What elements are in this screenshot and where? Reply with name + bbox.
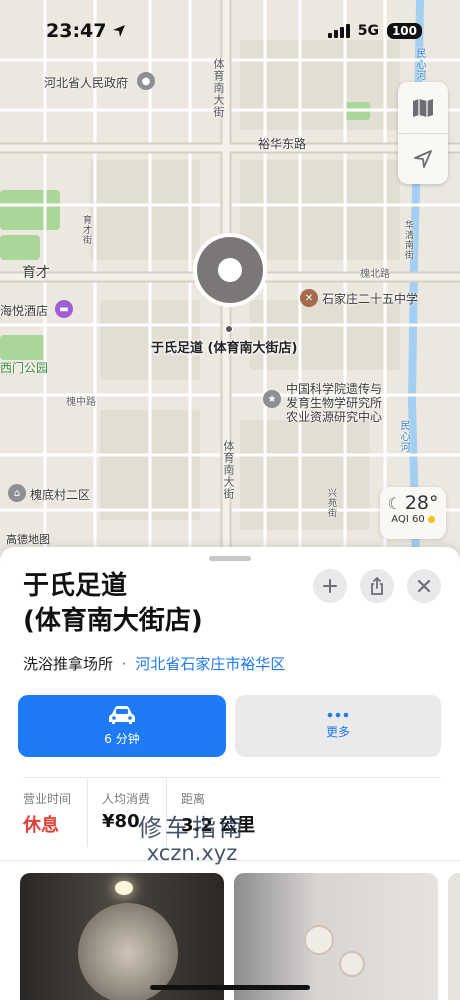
map-label-yuhua-east: 裕华东路 — [258, 137, 307, 151]
network-type: 5G — [357, 23, 379, 39]
aqi-value: AQI 60 — [391, 514, 425, 525]
map-label-yucai: 育才 — [22, 265, 50, 281]
village-icon[interactable]: ⌂ — [8, 484, 26, 502]
map-label-tiyu-south: 体育南大街 — [222, 440, 235, 500]
photo-1[interactable] — [20, 873, 224, 1000]
place-title: 于氏足道 (体育南大街店) — [23, 569, 303, 639]
pin-point — [225, 325, 233, 333]
photo-lamp-1 — [304, 925, 334, 955]
place-subtitle: 洗浴推拿场所 · 河北省石家庄市裕华区 — [23, 653, 285, 674]
pin-label[interactable]: 于氏足道 (体育南大街店) — [151, 337, 297, 356]
stat-hours[interactable]: 营业时间 休息 — [23, 778, 87, 847]
map-label-village[interactable]: 槐底村二区 — [30, 486, 90, 503]
location-arrow-icon — [414, 150, 432, 168]
map-label-inst3[interactable]: 农业资源研究中心 — [286, 408, 382, 425]
place-location-link[interactable]: 河北省石家庄市裕华区 — [135, 655, 285, 673]
watermark-line2: xczn.xyz — [146, 841, 238, 865]
hotel-icon[interactable]: ▬ — [55, 300, 73, 318]
battery-icon: 100 — [386, 23, 422, 39]
map-attribution: 高德地图 — [6, 533, 50, 546]
school-icon[interactable]: ✕ — [300, 289, 318, 307]
photo-3[interactable] — [448, 873, 460, 1000]
map-icon — [413, 98, 433, 117]
map-controls — [398, 82, 448, 184]
plus-icon — [323, 579, 337, 593]
photo-lamp-2 — [339, 951, 365, 977]
watermark-line1: 修车指南 — [138, 814, 246, 842]
place-category: 洗浴推拿场所 — [23, 655, 114, 673]
stat-hours-label: 营业时间 — [23, 792, 72, 806]
more-button[interactable]: 更多 — [235, 695, 441, 757]
photo-2[interactable] — [234, 873, 438, 1000]
status-bar: 23:47 5G 100 — [0, 0, 460, 62]
map-mode-button[interactable] — [398, 82, 448, 133]
weather-widget[interactable]: ☾ 28° AQI 60 — [380, 487, 446, 539]
map-label-huaizhong: 槐中路 — [66, 397, 96, 408]
subtitle-separator: · — [121, 655, 127, 673]
temperature: 28° — [404, 492, 439, 514]
car-icon — [109, 706, 135, 724]
close-button[interactable] — [407, 569, 441, 603]
stat-distance-label: 距离 — [181, 792, 206, 806]
map-label-xingyuan: 兴苑街 — [326, 488, 336, 518]
photo-gallery[interactable] — [0, 860, 460, 1000]
map-label-gov[interactable]: 河北省人民政府 — [44, 74, 128, 91]
photo-light — [115, 881, 133, 895]
map-label-minxin: 民心河 — [398, 420, 409, 453]
location-arrow-icon — [113, 25, 126, 37]
add-button[interactable] — [313, 569, 347, 603]
place-title-line2: (体育南大街店) — [23, 606, 203, 636]
moon-icon: ☾ — [387, 493, 402, 513]
map-label-school[interactable]: 石家庄二十五中学 — [322, 290, 418, 307]
map-label-huaibei: 槐北路 — [360, 269, 390, 280]
location-pin-icon[interactable] — [190, 232, 270, 312]
ellipsis-icon — [327, 712, 349, 718]
sheet-grabber[interactable] — [209, 556, 251, 561]
drive-directions-button[interactable]: 6 分钟 — [18, 695, 226, 757]
stat-hours-value: 休息 — [23, 815, 59, 836]
place-title-line1: 于氏足道 — [23, 571, 128, 601]
government-icon[interactable]: ● — [137, 72, 155, 90]
watermark: 修车指南 xczn.xyz — [138, 808, 246, 865]
locate-me-button[interactable] — [398, 133, 448, 184]
drive-time: 6 分钟 — [104, 732, 140, 746]
map-label-yucai-st: 育才街 — [81, 215, 91, 245]
map-label-tiyu-north: 体育南大街 — [212, 58, 225, 118]
place-card: 于氏足道 (体育南大街店) 洗浴推拿场所 · 河北省石家庄市裕华区 6 分钟 更… — [0, 547, 460, 1000]
home-indicator[interactable] — [150, 985, 310, 990]
map-label-huaqing: 华清南街 — [403, 220, 413, 260]
map-view[interactable]: ● ▬ ✕ ★ ⌂ 河北省人民政府 体育南大街 裕华东路 育才 海悦酒店 西门公… — [0, 0, 460, 560]
signal-icon — [327, 24, 350, 38]
stat-price-label: 人均消费 — [102, 792, 151, 806]
share-icon — [371, 577, 383, 595]
map-label-hotel[interactable]: 海悦酒店 — [0, 302, 48, 319]
share-button[interactable] — [360, 569, 394, 603]
time-text: 23:47 — [46, 20, 107, 42]
institute-icon[interactable]: ★ — [263, 390, 281, 408]
more-label: 更多 — [325, 725, 350, 739]
status-time: 23:47 — [46, 20, 126, 42]
close-icon — [417, 579, 431, 593]
map-label-park[interactable]: 西门公园 — [0, 359, 48, 376]
status-indicators: 5G 100 — [327, 23, 422, 39]
aqi-indicator — [427, 516, 435, 523]
